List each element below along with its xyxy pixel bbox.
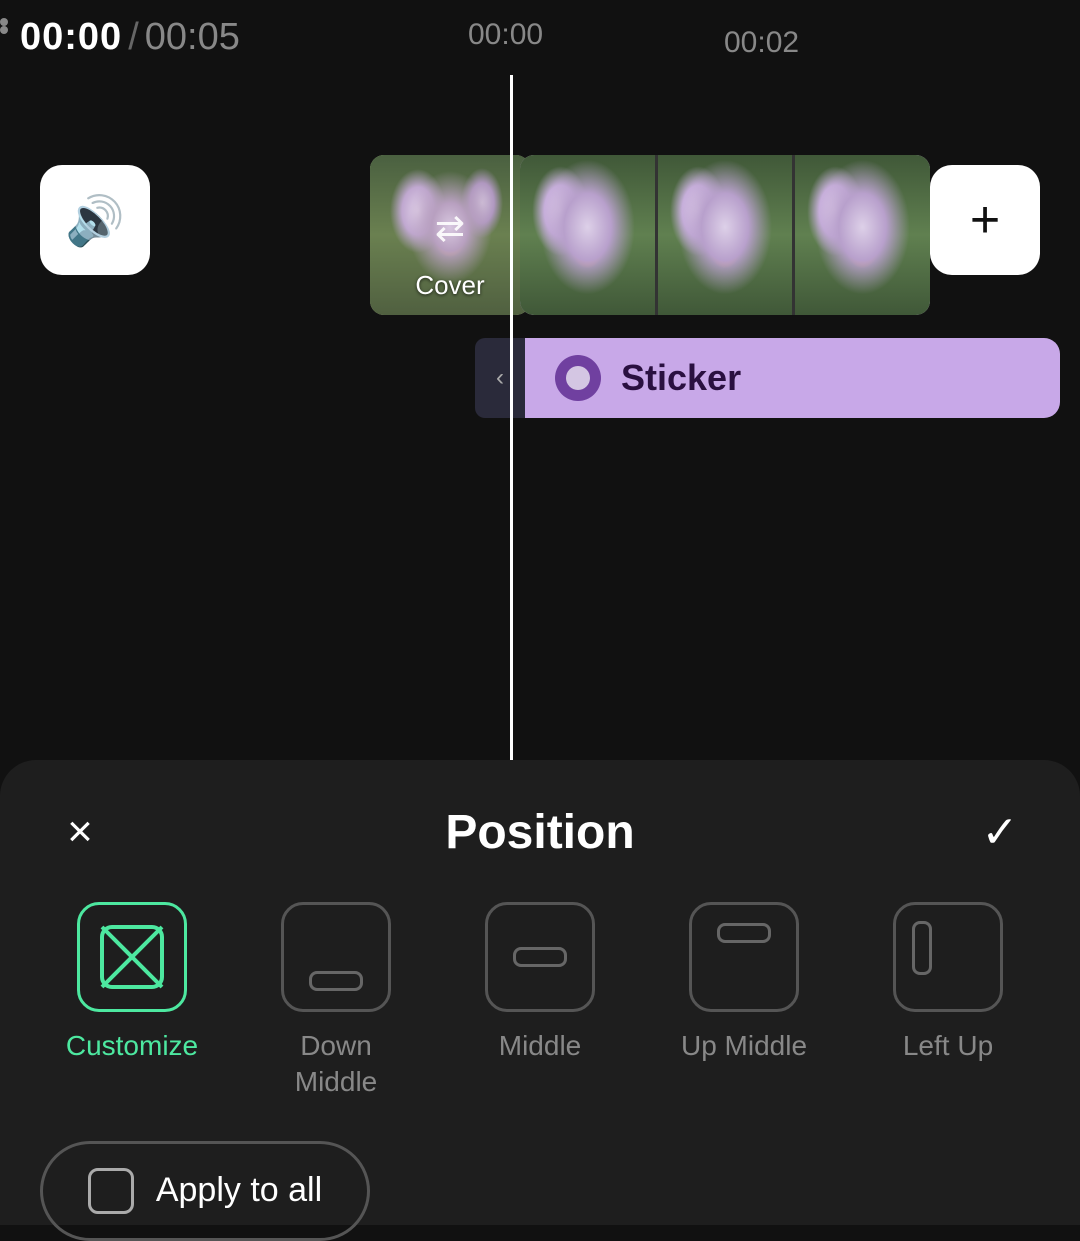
confirm-button[interactable]: ✓ [970,802,1030,862]
time-marker-0: 00:00 [468,18,543,52]
apply-all-label: Apply to all [156,1171,322,1210]
audio-button[interactable]: 🔊 [40,165,150,275]
checkmark-icon: ✓ [982,807,1019,858]
chevron-left-icon: ‹ [496,364,504,392]
panel-header: × Position ✓ [0,760,1080,892]
video-frame-3 [795,155,930,315]
position-left-up[interactable]: Left Up [868,902,1028,1064]
time-dot-1 [0,18,8,26]
sticker-collapse-button[interactable]: ‹ [475,338,525,418]
customize-icon [97,922,167,992]
sticker-bar[interactable]: Sticker [525,338,1060,418]
position-middle[interactable]: Middle [460,902,620,1064]
time-markers: 00:00 00:02 [0,18,1080,34]
sticker-label: Sticker [621,357,741,399]
position-up-middle[interactable]: Up Middle [664,902,824,1064]
plus-icon: + [970,190,1000,250]
swap-icon: ⇄ [435,208,465,250]
add-button[interactable]: + [930,165,1040,275]
close-icon: × [67,807,93,857]
panel-title: Position [445,805,634,860]
left-up-label: Left Up [903,1028,993,1064]
cover-thumbnail[interactable]: ⇄ Cover [370,155,530,315]
video-strip [520,155,930,315]
time-marker-1: 00:02 [724,26,799,60]
playhead [510,75,513,760]
apply-all-button[interactable]: Apply to all [40,1141,370,1241]
audio-icon: 🔊 [65,192,125,249]
customize-icon-container [77,902,187,1012]
cover-label: Cover [415,270,484,301]
up-middle-label: Up Middle [681,1028,807,1064]
video-frame-2 [658,155,793,315]
apply-checkbox[interactable] [88,1168,134,1214]
down-middle-icon-container [281,902,391,1012]
time-dot-2 [0,26,8,34]
position-down-middle[interactable]: Down Middle [256,902,416,1101]
video-frame-1 [520,155,655,315]
middle-label: Middle [499,1028,581,1064]
timeline-area: 00:00 / 00:05 00:00 00:02 🔊 ⇄ Cover [0,0,1080,760]
sticker-dot-icon [555,355,601,401]
bottom-panel: × Position ✓ Customize Down Middle [0,760,1080,1225]
close-button[interactable]: × [50,802,110,862]
customize-label: Customize [66,1028,198,1064]
up-middle-icon-container [689,902,799,1012]
left-up-icon-container [893,902,1003,1012]
position-customize[interactable]: Customize [52,902,212,1064]
down-middle-label: Down Middle [295,1028,377,1101]
position-options: Customize Down Middle Middle Up Middle [0,892,1080,1131]
middle-icon-container [485,902,595,1012]
sticker-track: ‹ Sticker [475,330,1060,425]
